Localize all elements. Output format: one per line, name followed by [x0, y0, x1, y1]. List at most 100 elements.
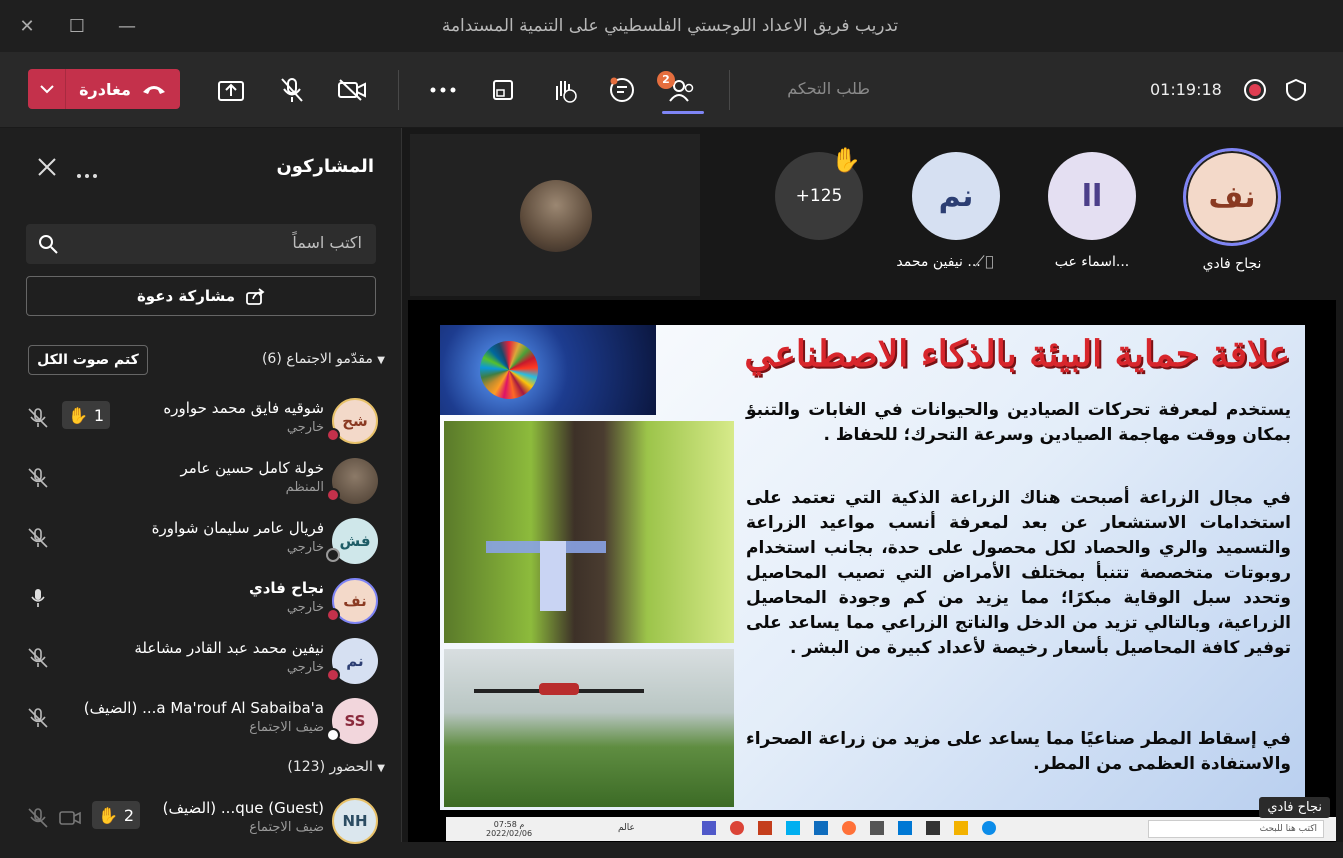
raised-hand-badge: ✋ 2 [92, 801, 140, 829]
sdg-wheel-icon [480, 341, 538, 399]
maximize-window-icon[interactable]: ☐ [64, 14, 90, 40]
participant-name: نجاح فادي [248, 579, 324, 597]
tile-name: نيفين محمد ... 🎙̸ [896, 254, 994, 270]
panel-more-icon[interactable] [76, 164, 98, 183]
minimize-window-icon[interactable]: — [114, 14, 140, 40]
shared-taskbar: اكتب هنا للبحث 07:58 م 2022/02/06 عالم [446, 817, 1336, 841]
tile-avatar: اا [1048, 152, 1136, 240]
shared-screen: علاقة حماية البيئة بالذكاء الاصطناعي يست… [408, 300, 1336, 842]
avatar: NH [332, 798, 378, 844]
participant-name: شوقيه فايق محمد حواوره [163, 399, 324, 417]
meeting-stage: +125 ✋ نم نيفين محمد ... 🎙̸ اا اسماء عب.… [402, 128, 1343, 842]
people-count-badge: 2 [657, 71, 675, 89]
mic-off-icon[interactable] [26, 466, 50, 490]
participant-role: ضيف الاجتماع [249, 720, 324, 735]
caret-down-icon: ▼ [377, 355, 385, 366]
overflow-participants-tile[interactable]: +125 ✋ [775, 146, 863, 240]
tile-avatar: نم [912, 152, 1000, 240]
slide-title: علاقة حماية البيئة بالذكاء الاصطناعي [744, 333, 1290, 375]
participant-row[interactable]: شح شوقيه فايق محمد حواوره خارجي ✋ 1 [0, 398, 400, 458]
status-icon [326, 488, 340, 502]
self-avatar [520, 180, 592, 252]
caret-down-icon: ▼ [377, 763, 385, 774]
window-title: تدريب فريق الاعداد اللوجستي الفلسطيني عل… [441, 16, 899, 36]
tile-name: اسماء عب... [1054, 254, 1130, 270]
more-icon[interactable] [427, 74, 459, 106]
raise-hand-react-icon[interactable] [547, 74, 579, 106]
title-bar: ✕ ☐ — تدريب فريق الاعداد اللوجستي الفلسط… [0, 0, 1343, 52]
participant-search-input[interactable]: اكتب اسماً [26, 224, 376, 264]
participant-row[interactable]: SS (الضيف) ...a Ma'rouf Al Sabaiba'a ضيف… [0, 698, 400, 758]
meeting-timer: 01:19:18 [1150, 80, 1222, 99]
raised-hand-icon: ✋ [68, 405, 88, 425]
mute-all-button[interactable]: كتم صوت الكل [28, 345, 148, 375]
leave-button[interactable]: مغادرة [28, 69, 180, 109]
panel-title: المشاركون [276, 156, 374, 177]
participant-role: خارجي [286, 600, 324, 615]
share-invite-button[interactable]: مشاركة دعوة [26, 276, 376, 316]
raised-hand-icon: ✋ [831, 146, 861, 174]
participant-role: خارجي [286, 660, 324, 675]
participant-role: خارجي [286, 420, 324, 435]
drone-photo [444, 649, 734, 807]
participant-name: نيفين محمد عبد القادر مشاعلة [134, 639, 324, 657]
mic-off-icon[interactable] [26, 526, 50, 550]
camera-off-icon[interactable] [336, 74, 368, 106]
participant-tile[interactable]: نف نجاح فادي [1182, 148, 1282, 272]
taskbar-search: اكتب هنا للبحث [1148, 820, 1324, 838]
offline-status-icon [326, 548, 340, 562]
sdg-banner-image [440, 325, 656, 415]
hang-up-icon [142, 86, 165, 94]
mic-off-icon[interactable] [276, 74, 308, 106]
participant-role: ضيف الاجتماع [249, 820, 324, 835]
request-control-button[interactable]: طلب التحكم [760, 79, 870, 98]
tree-sensor-photo [444, 421, 734, 643]
mic-off-icon[interactable] [26, 806, 50, 830]
slide-paragraph-3: في إسقاط المطر صناعيًا مما يساعد على مزي… [746, 729, 1291, 774]
participant-row[interactable]: فش فريال عامر سليمان شواورة خارجي [0, 518, 400, 578]
attendees-section-header[interactable]: الحضور (123) ▼ [287, 759, 385, 775]
recording-icon [1244, 79, 1266, 101]
tile-name: نجاح فادي [1202, 256, 1262, 272]
participant-row[interactable]: نم نيفين محمد عبد القادر مشاعلة خارجي [0, 638, 400, 698]
participant-tile[interactable]: اا اسماء عب... [1046, 152, 1138, 270]
search-placeholder: اكتب اسماً [292, 233, 362, 252]
active-tab-indicator [662, 111, 704, 114]
share-icon[interactable] [215, 74, 247, 106]
slide-paragraph-2: في مجال الزراعة أصبحت هناك الزراعة الذكي… [746, 488, 1291, 658]
shield-icon[interactable] [1280, 74, 1312, 106]
status-icon [326, 728, 340, 742]
participant-row[interactable]: نف نجاح فادي خارجي [0, 578, 400, 638]
taskbar-apps [702, 821, 1072, 837]
chevron-down-icon[interactable] [28, 69, 66, 109]
search-icon [38, 234, 58, 258]
participant-row[interactable]: NH (الضيف) ...que (Guest) ضيف الاجتماع ✋… [0, 798, 400, 858]
share-out-icon [246, 288, 265, 305]
status-icon [326, 428, 340, 442]
participant-name: (الضيف) ...que (Guest) [162, 799, 324, 817]
toolbar-divider [398, 70, 399, 110]
taskbar-clock: 07:58 م 2022/02/06 [486, 820, 533, 838]
participant-tile[interactable]: نم نيفين محمد ... 🎙̸ [896, 152, 1002, 270]
slide-paragraph-1: يستخدم لمعرفة تحركات الصيادين والحيوانات… [746, 400, 1291, 445]
mic-off-icon[interactable] [26, 706, 50, 730]
participants-panel: المشاركون اكتب اسماً مشاركة دعوة مقدّمو … [0, 128, 402, 844]
taskbar-lang: عالم [618, 823, 635, 833]
participant-role: المنظم [285, 480, 324, 495]
layout-icon[interactable] [487, 74, 519, 106]
invite-label: مشاركة دعوة [136, 287, 236, 305]
mic-off-icon[interactable] [26, 406, 50, 430]
close-window-icon[interactable]: ✕ [14, 14, 40, 40]
presenter-name-tag: نجاح فادي [1259, 797, 1330, 818]
close-panel-icon[interactable] [36, 156, 58, 182]
participant-name: فريال عامر سليمان شواورة [151, 519, 324, 537]
self-video-tile [410, 134, 700, 296]
mic-on-icon[interactable] [26, 586, 50, 610]
tile-avatar: نف [1183, 148, 1281, 246]
participant-row[interactable]: خولة كامل حسين عامر المنظم [0, 458, 400, 518]
raised-hand-badge: ✋ 1 [62, 401, 110, 429]
presenters-section-header[interactable]: مقدّمو الاجتماع (6) ▼ [262, 351, 385, 367]
mic-off-icon[interactable] [26, 646, 50, 670]
status-icon [326, 608, 340, 622]
chat-icon[interactable] [606, 74, 638, 106]
